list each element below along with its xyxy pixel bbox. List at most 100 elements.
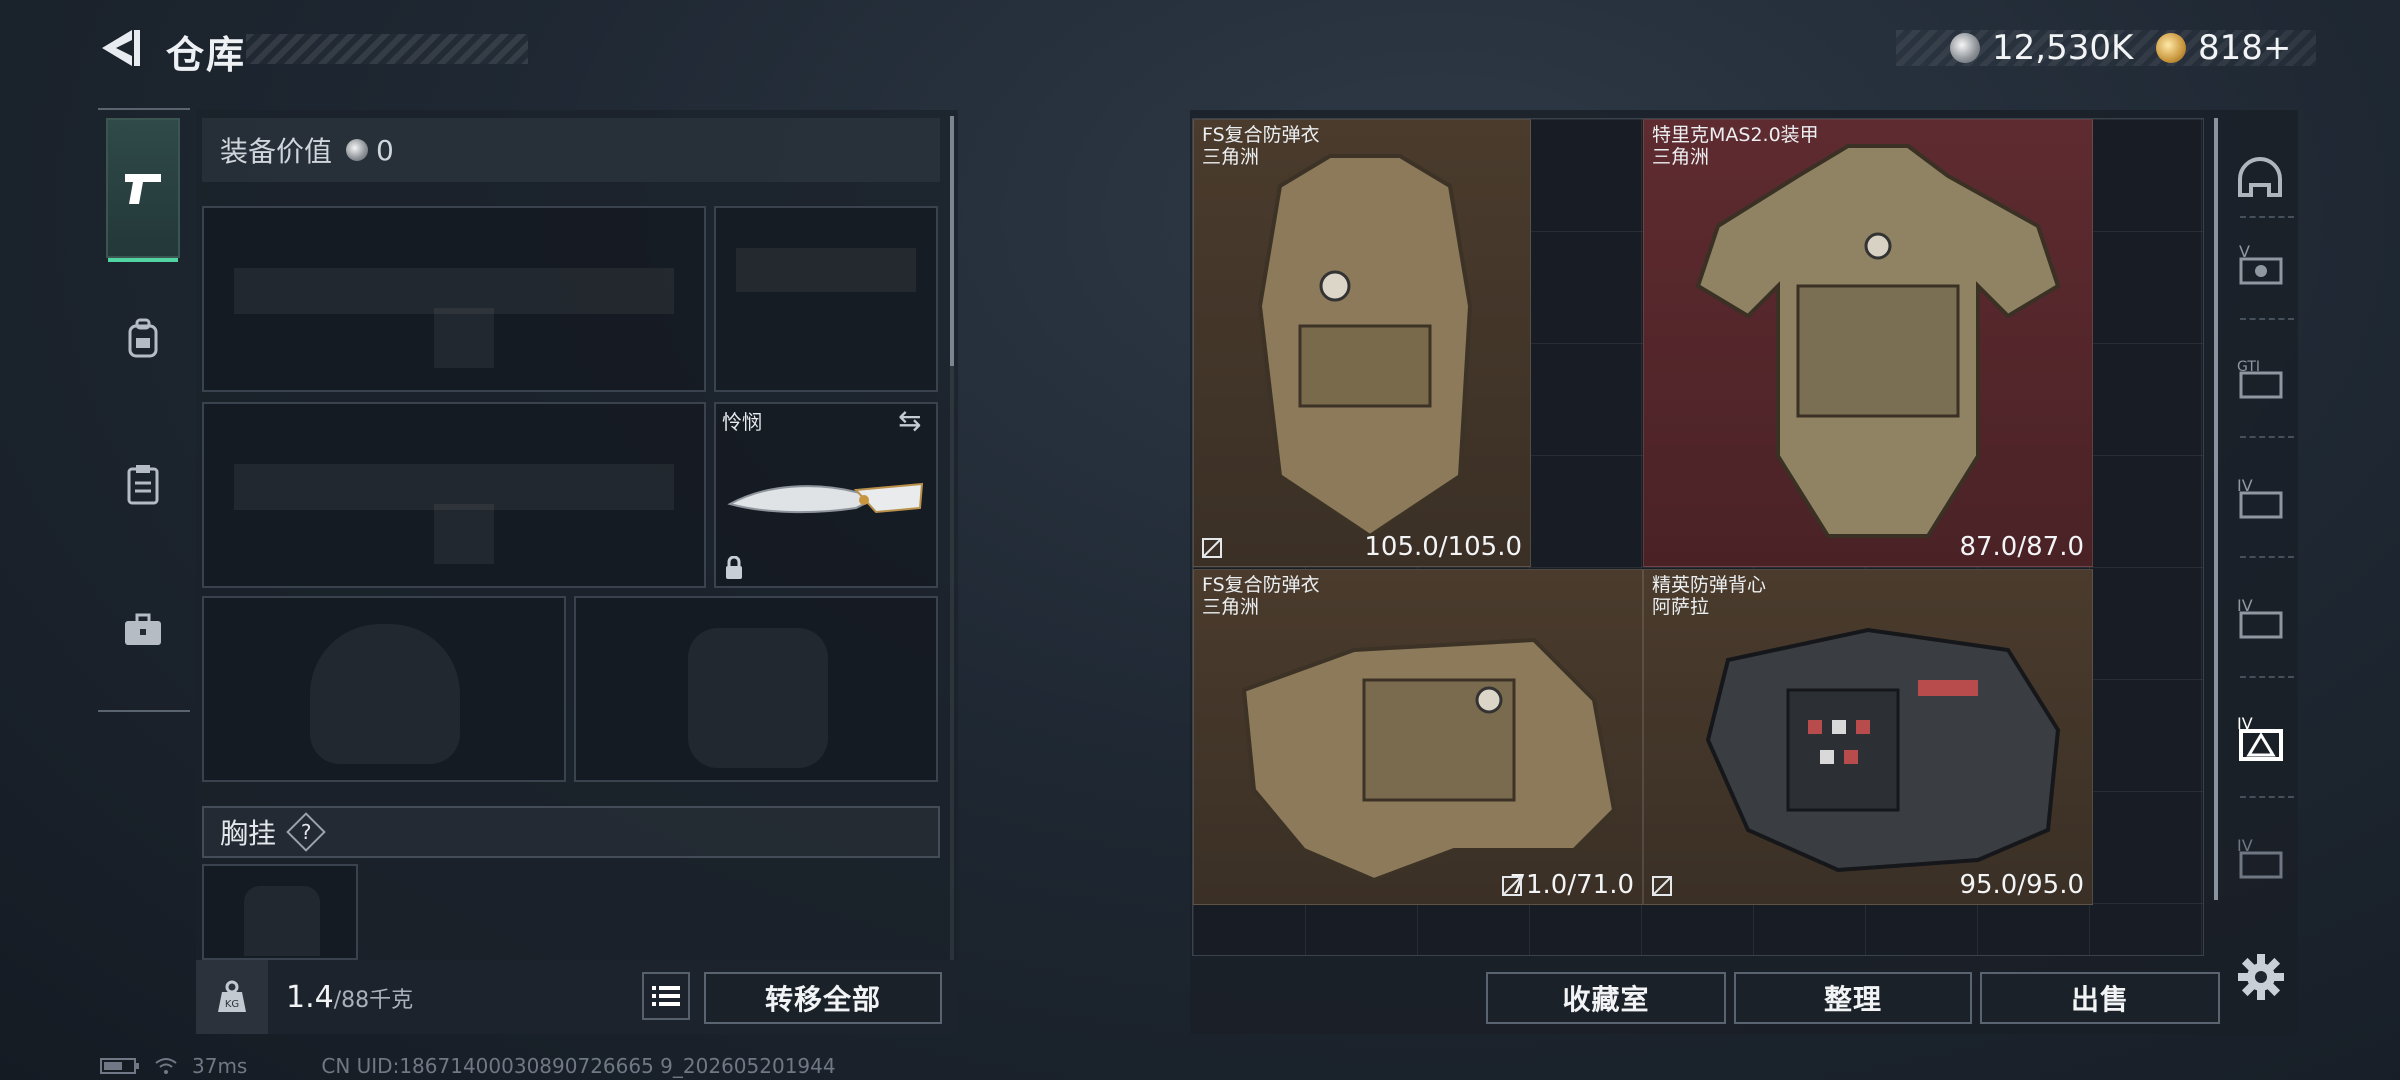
kg-weight-icon: KG (218, 980, 246, 1012)
helmet-icon (2238, 157, 2282, 197)
armor-iv-active-icon: IV (2237, 714, 2283, 761)
category-armor-v[interactable]: V (2224, 214, 2296, 314)
back-arrow-icon (102, 30, 140, 66)
knife-icon (727, 482, 924, 514)
item-durability: 71.0/71.0 (1509, 870, 1634, 900)
item-source: 阿萨拉 (1652, 596, 1710, 618)
category-armor-iv-a[interactable]: IV (2224, 448, 2296, 548)
rifle-grip-silhouette (434, 308, 494, 368)
armor-iv-a-icon: IV (2237, 476, 2283, 519)
category-armor-gti[interactable]: GTI (2224, 328, 2296, 428)
armor-slot[interactable] (574, 596, 938, 782)
armor-iv-b-icon: IV (2237, 596, 2283, 639)
primary-weapon-slot[interactable] (202, 206, 706, 392)
loadout-scrollbar[interactable] (950, 116, 954, 366)
clipboard-icon (127, 465, 159, 505)
chest-rig-silhouette-icon (244, 886, 320, 956)
carry-weight: 1.4/88千克 (286, 980, 413, 1015)
inventory-item[interactable]: FS复合防弹衣 三角洲 71.0/71.0 (1193, 569, 1643, 905)
item-name-block: FS复合防弹衣 三角洲 (1202, 574, 1320, 618)
helmet-silhouette-icon (310, 624, 460, 764)
rail-divider-bottom (98, 710, 190, 712)
silver-currency: 12,530K (1950, 26, 2133, 70)
back-button[interactable] (96, 24, 144, 72)
inventory-item[interactable]: FS复合防弹衣 三角洲 105.0/105.0 (1193, 119, 1531, 567)
elite-vest-image (1705, 627, 2061, 873)
item-source: 三角洲 (1652, 146, 1710, 168)
tab-case[interactable] (106, 560, 180, 700)
tab-backpack[interactable] (106, 268, 180, 408)
body-armor-side-image (1241, 637, 1617, 880)
item-name-block: 特里克MAS2.0装甲 三角洲 (1652, 124, 1819, 168)
inventory-item[interactable]: 精英防弹背心 阿萨拉 95.0/95.0 (1643, 569, 2093, 905)
sort-button[interactable]: 整理 (1734, 972, 1972, 1024)
pistol-silhouette-icon (736, 248, 916, 292)
battery-icon (100, 1058, 139, 1074)
weight-current: 1.4 (286, 980, 334, 1015)
category-armor-iv-active[interactable]: IV (2224, 688, 2296, 788)
item-name: FS复合防弹衣 (1202, 574, 1320, 596)
no-repair-icon (1652, 876, 1672, 896)
gold-currency[interactable]: 818+ (2156, 26, 2291, 70)
transfer-all-button[interactable]: 转移全部 (704, 972, 942, 1024)
armor-v-icon: V (2239, 242, 2283, 285)
weight-icon-box: KG (196, 960, 268, 1034)
category-armor-iv-b[interactable]: IV (2224, 568, 2296, 668)
inventory-item[interactable]: 特里克MAS2.0装甲 三角洲 87.0/87.0 (1643, 119, 2093, 567)
user-uid: CN UID:18671400030890726665 9_2026052019… (321, 1054, 836, 1078)
gold-coin-icon (2156, 33, 2186, 63)
no-repair-icon (1202, 538, 1222, 558)
rail-divider-top (98, 108, 190, 110)
category-divider (2240, 436, 2294, 438)
body-armor-image (1257, 154, 1473, 539)
armor-iv-c-icon: IV (2237, 836, 2283, 879)
item-source: 三角洲 (1202, 596, 1260, 618)
heavy-armor-image (1695, 144, 2061, 538)
tab-weapons[interactable] (106, 118, 180, 262)
settings-gear-icon[interactable] (2236, 952, 2286, 1002)
chest-rig-label: 胸挂 (220, 817, 277, 850)
gold-amount: 818+ (2198, 28, 2292, 68)
item-durability: 105.0/105.0 (1364, 532, 1522, 562)
category-armor-iv-c[interactable]: IV (2224, 808, 2296, 908)
tab-chest-rig[interactable] (106, 414, 180, 554)
briefcase-icon (125, 613, 161, 645)
equipment-value-bar: 装备价值 0 (202, 118, 940, 182)
item-name: FS复合防弹衣 (1202, 124, 1320, 146)
equipment-value-label: 装备价值 (220, 135, 333, 168)
collection-room-button[interactable]: 收藏室 (1486, 972, 1726, 1024)
help-mark: ? (300, 820, 312, 844)
item-name-block: 精英防弹背心 阿萨拉 (1652, 574, 1766, 618)
warehouse-scrollbar[interactable] (2214, 118, 2218, 900)
chest-rig-slot[interactable] (202, 864, 358, 960)
melee-item-name: 怜悯 (722, 410, 762, 434)
category-divider (2240, 556, 2294, 558)
armor-gti-icon: GTI (2237, 359, 2283, 399)
rifle-grip-silhouette (434, 504, 494, 564)
pistol-icon (125, 174, 161, 204)
chest-rig-header: 胸挂 ? (202, 806, 940, 858)
item-durability: 95.0/95.0 (1959, 870, 2084, 900)
sidearm-slot[interactable] (714, 206, 938, 392)
item-name-block: FS复合防弹衣 三角洲 (1202, 124, 1320, 168)
category-divider (2240, 796, 2294, 798)
item-name: 特里克MAS2.0装甲 (1652, 124, 1819, 146)
silver-coin-icon (1950, 33, 1980, 63)
backpack-icon (128, 318, 158, 358)
secondary-weapon-slot[interactable] (202, 402, 706, 588)
help-icon[interactable]: ? (286, 812, 326, 852)
title-decoration (246, 34, 528, 64)
svg-text:KG: KG (225, 999, 239, 1010)
status-footer: 37ms CN UID:18671400030890726665 9_20260… (100, 1054, 836, 1078)
list-view-button[interactable] (642, 972, 690, 1020)
item-durability: 87.0/87.0 (1959, 532, 2084, 562)
no-repair-icon (1502, 876, 1522, 896)
category-helmet[interactable] (2224, 128, 2296, 228)
ping-value: 37ms (192, 1054, 248, 1078)
swap-icon[interactable]: ⇆ (898, 404, 921, 437)
lock-icon (726, 556, 742, 579)
sell-button[interactable]: 出售 (1980, 972, 2220, 1024)
helmet-slot[interactable] (202, 596, 566, 782)
category-divider (2240, 676, 2294, 678)
weight-max: /88千克 (333, 988, 414, 1013)
